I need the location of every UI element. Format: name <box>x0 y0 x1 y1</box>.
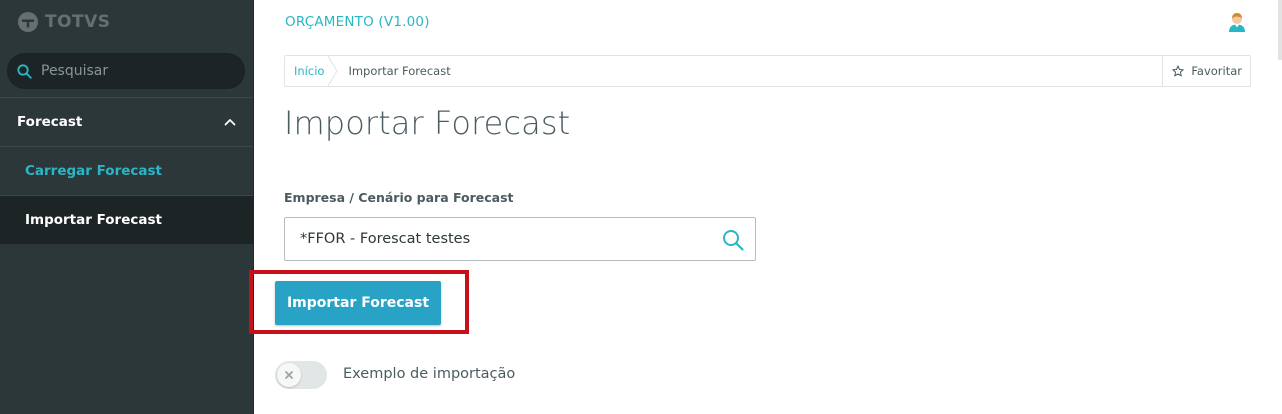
menu-item-carregar-forecast[interactable]: Carregar Forecast <box>0 147 253 195</box>
search-input[interactable] <box>41 63 231 79</box>
scrollbar[interactable] <box>1278 0 1282 60</box>
totvs-logo: TOTVS <box>17 11 111 33</box>
menu-item-label: Carregar Forecast <box>25 163 162 179</box>
close-icon <box>285 371 293 379</box>
switch-label: Exemplo de importação <box>343 366 516 382</box>
user-avatar-icon[interactable] <box>1226 11 1248 33</box>
empresa-lookup-field[interactable]: *FFOR - Forescat testes <box>284 217 756 261</box>
app-title: ORÇAMENTO (V1.00) <box>285 14 430 30</box>
breadcrumb-label: Início <box>294 64 325 78</box>
menu-item-importar-forecast[interactable]: Importar Forecast <box>0 196 253 244</box>
breadcrumb-separator-icon <box>328 56 339 86</box>
breadcrumb: Início Importar Forecast Favoritar <box>284 55 1251 87</box>
favorite-label: Favoritar <box>1191 64 1242 78</box>
switch-knob <box>277 363 301 387</box>
importar-forecast-button[interactable]: Importar Forecast <box>275 281 441 325</box>
star-icon <box>1172 65 1185 77</box>
menu-item-label: Importar Forecast <box>25 212 162 228</box>
chevron-up-icon <box>224 119 236 126</box>
menu-search[interactable] <box>7 53 245 89</box>
menu-group-forecast[interactable]: Forecast <box>0 98 253 146</box>
menu-group-label: Forecast <box>17 114 83 130</box>
breadcrumb-current: Importar Forecast <box>348 64 451 78</box>
totvs-logo-icon <box>18 12 38 32</box>
field-label: Empresa / Cenário para Forecast <box>284 190 514 205</box>
page-title: Importar Forecast <box>284 104 571 142</box>
sidebar: TOTVS Forecast Carregar Forecast Importa… <box>0 0 254 414</box>
breadcrumb-item-inicio[interactable]: Início <box>285 56 339 86</box>
search-icon[interactable] <box>721 228 745 252</box>
favorite-button[interactable]: Favoritar <box>1162 56 1250 86</box>
search-icon <box>17 63 32 79</box>
exemplo-importacao-switch[interactable] <box>275 361 327 389</box>
logo-text: TOTVS <box>45 12 111 32</box>
lookup-value: *FFOR - Forescat testes <box>300 231 471 247</box>
